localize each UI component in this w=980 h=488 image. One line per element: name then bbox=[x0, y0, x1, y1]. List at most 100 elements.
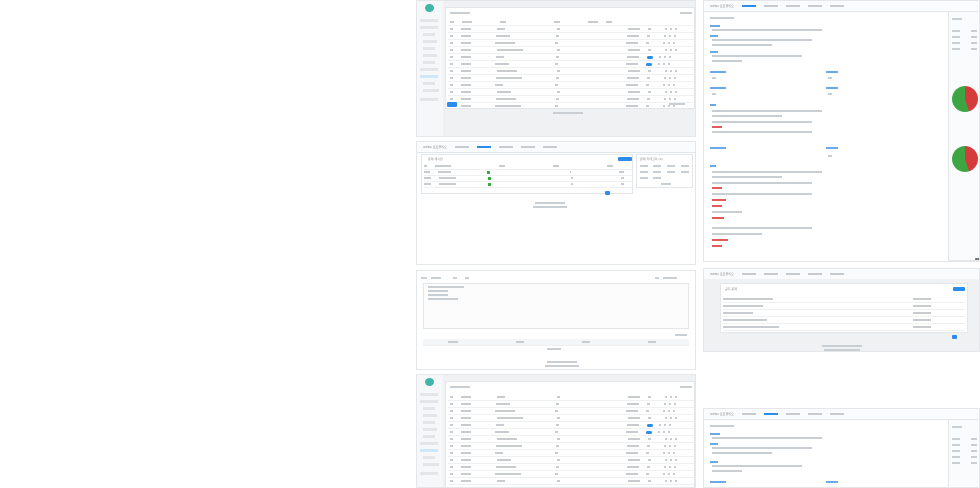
table-row[interactable] bbox=[448, 75, 694, 82]
tab[interactable] bbox=[785, 273, 800, 275]
table-row[interactable] bbox=[448, 415, 694, 422]
footer-text bbox=[535, 202, 565, 204]
tab[interactable] bbox=[763, 5, 778, 7]
sidebar-item[interactable] bbox=[420, 68, 438, 71]
table-row[interactable] bbox=[448, 443, 694, 450]
table-row[interactable] bbox=[448, 82, 694, 89]
table-row[interactable] bbox=[448, 436, 694, 443]
header-link[interactable] bbox=[680, 12, 692, 14]
table-row[interactable] bbox=[448, 394, 694, 401]
toolbar[interactable] bbox=[465, 277, 469, 279]
table-row[interactable] bbox=[448, 401, 694, 408]
footer-text bbox=[545, 365, 579, 367]
sidebar-item[interactable] bbox=[423, 407, 435, 410]
table-row[interactable] bbox=[448, 54, 694, 61]
sidebar-item-active[interactable] bbox=[420, 75, 438, 78]
tab[interactable] bbox=[807, 413, 822, 415]
tab[interactable] bbox=[741, 273, 756, 275]
toolbar[interactable] bbox=[421, 277, 427, 279]
table-row[interactable] bbox=[448, 408, 694, 415]
sidebar-item[interactable] bbox=[423, 33, 435, 36]
toolbar[interactable] bbox=[431, 277, 441, 279]
tab[interactable] bbox=[454, 146, 469, 148]
sidebar-item[interactable] bbox=[420, 472, 438, 475]
section-title bbox=[710, 17, 734, 19]
sidebar-item[interactable] bbox=[423, 82, 435, 85]
page-button[interactable] bbox=[605, 191, 610, 195]
board-card: 문제 게시판 bbox=[421, 154, 633, 194]
table-row[interactable] bbox=[448, 61, 694, 68]
table-row[interactable] bbox=[448, 464, 694, 471]
sidebar-item[interactable] bbox=[423, 421, 435, 424]
sidebar-item[interactable] bbox=[423, 428, 437, 431]
write-button[interactable] bbox=[618, 157, 632, 161]
footer-text bbox=[822, 345, 862, 347]
sidebar-item[interactable] bbox=[420, 442, 438, 445]
table-row[interactable] bbox=[448, 422, 694, 429]
editor-panel bbox=[416, 270, 696, 370]
tab[interactable] bbox=[520, 146, 535, 148]
tab[interactable] bbox=[741, 413, 756, 415]
tab[interactable] bbox=[542, 146, 557, 148]
sidebar-item[interactable] bbox=[420, 400, 438, 403]
sidebar-item[interactable] bbox=[423, 89, 439, 92]
sidebar-item[interactable] bbox=[420, 26, 438, 29]
table-row[interactable] bbox=[448, 33, 694, 40]
pagination[interactable] bbox=[669, 103, 685, 105]
admin-list-panel-bottom bbox=[416, 374, 696, 488]
add-button[interactable] bbox=[447, 102, 457, 107]
write-button[interactable] bbox=[953, 287, 965, 291]
label bbox=[710, 51, 718, 53]
sidebar-item[interactable] bbox=[423, 61, 435, 64]
table-row[interactable] bbox=[448, 26, 694, 33]
tab[interactable] bbox=[498, 146, 513, 148]
tab[interactable] bbox=[807, 5, 822, 7]
table-header-row bbox=[448, 19, 694, 26]
tab[interactable] bbox=[741, 5, 756, 7]
toolbar[interactable] bbox=[655, 277, 659, 279]
tab[interactable] bbox=[763, 413, 778, 415]
sidebar-item[interactable] bbox=[423, 463, 439, 466]
table-row[interactable] bbox=[448, 103, 694, 108]
code-editor[interactable] bbox=[423, 283, 689, 329]
footer-text bbox=[547, 361, 577, 363]
sidebar-item[interactable] bbox=[423, 47, 435, 50]
table-row[interactable] bbox=[448, 471, 694, 478]
tab[interactable] bbox=[829, 413, 844, 415]
table-row[interactable] bbox=[448, 457, 694, 464]
tab[interactable] bbox=[763, 273, 778, 275]
table-row[interactable] bbox=[448, 89, 694, 96]
sidebar-item[interactable] bbox=[420, 393, 438, 396]
sidebar-item-active[interactable] bbox=[420, 449, 438, 452]
sidebar-item[interactable] bbox=[423, 414, 437, 417]
tab[interactable] bbox=[476, 146, 491, 148]
toolbar[interactable] bbox=[663, 277, 677, 279]
table-row[interactable] bbox=[448, 40, 694, 47]
footer-text bbox=[824, 349, 860, 351]
sidebar-item[interactable] bbox=[423, 435, 435, 438]
page-button[interactable] bbox=[952, 335, 957, 339]
table-row[interactable] bbox=[448, 478, 694, 485]
tab[interactable] bbox=[829, 273, 844, 275]
table-row[interactable] bbox=[448, 68, 694, 75]
scroll-top-button[interactable] bbox=[975, 258, 979, 260]
tab[interactable] bbox=[829, 5, 844, 7]
table-title bbox=[450, 12, 470, 14]
text-line bbox=[712, 44, 772, 46]
table-row[interactable] bbox=[448, 450, 694, 457]
header-title: WEBA 포트폴리오 bbox=[710, 412, 734, 416]
table-row[interactable] bbox=[448, 96, 694, 103]
sidebar-item[interactable] bbox=[423, 40, 437, 43]
tab[interactable] bbox=[785, 5, 800, 7]
table-row[interactable] bbox=[448, 47, 694, 54]
tab[interactable] bbox=[785, 413, 800, 415]
toolbar[interactable] bbox=[453, 277, 457, 279]
sidebar-item[interactable] bbox=[423, 54, 437, 57]
stats-sidebar bbox=[948, 11, 979, 261]
sidebar-item[interactable] bbox=[423, 456, 435, 459]
sidebar-item[interactable] bbox=[420, 98, 438, 101]
header-title: WEBA 포트폴리오 bbox=[710, 4, 734, 8]
sidebar-item[interactable] bbox=[420, 19, 438, 22]
table-row[interactable] bbox=[448, 429, 694, 436]
tab[interactable] bbox=[807, 273, 822, 275]
